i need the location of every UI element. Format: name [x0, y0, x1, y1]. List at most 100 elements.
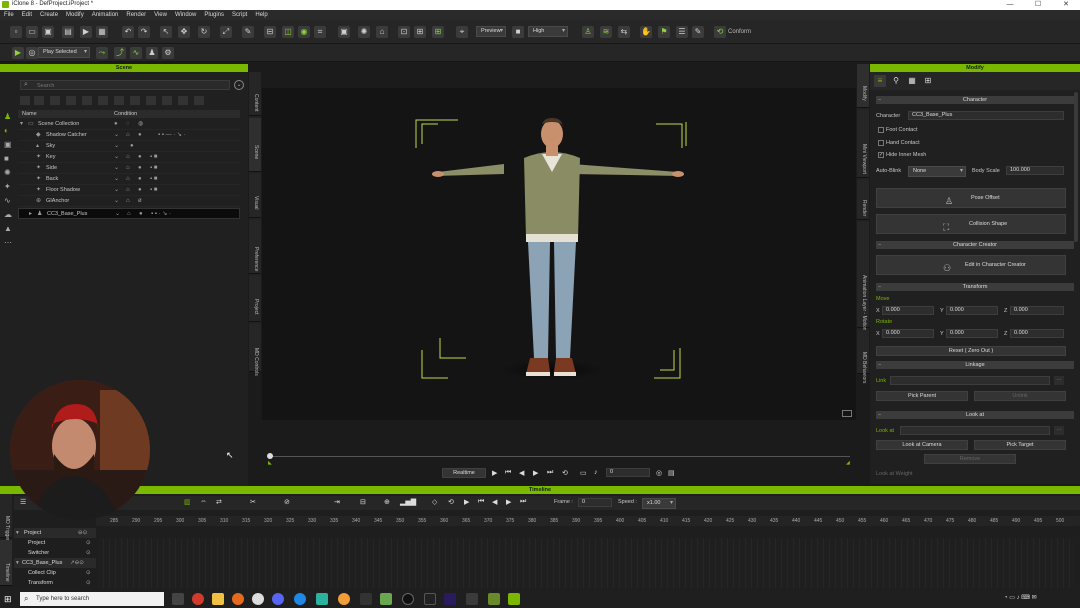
material-icon[interactable]: ▦ [906, 75, 918, 87]
light-icon[interactable]: ✺ [358, 26, 370, 38]
light-bulb-icon[interactable]: ▪ ■ [150, 174, 157, 185]
scene-row-cc3-base-plus[interactable]: ▸ ♟ CC3_Base_Plus ⌄ ⌂ ● ▪ ▪ · ↘ · [18, 208, 240, 219]
section-character[interactable]: − Character [876, 96, 1074, 104]
tl-start-icon[interactable]: ⏮ [478, 498, 484, 506]
look-at-camera-button[interactable]: Look at Camera [876, 440, 968, 450]
menu-plugins[interactable]: Plugins [200, 10, 228, 20]
person-icon[interactable]: ♟ [146, 47, 158, 59]
shadow-icon[interactable]: ● [138, 163, 142, 174]
rotate-x-field[interactable]: 0.000 [882, 329, 934, 338]
app-icon-7[interactable] [466, 593, 478, 605]
export-icon[interactable]: ▦ [96, 26, 108, 38]
path-icon[interactable]: ⤴ [114, 47, 126, 59]
timeline-ruler[interactable]: 285 290 295 300 305 310 315 320 325 330 335 340 345 3… [96, 516, 1080, 526]
loop-range-icon[interactable]: ⇄ [216, 498, 222, 506]
tab-content[interactable]: Content [249, 72, 261, 116]
sync-icon[interactable]: ⇆ [618, 26, 630, 38]
timeline-track-switcher[interactable]: Switcher ⊙ [14, 548, 96, 558]
tl-play-icon[interactable]: ▶ [464, 498, 469, 506]
menu-render[interactable]: Render [122, 10, 150, 20]
zoom-in-icon[interactable]: ⊕ [384, 498, 390, 506]
prev-frame-icon[interactable]: ◀ [519, 469, 524, 477]
iclone-active-icon[interactable] [508, 593, 520, 605]
pen-icon[interactable]: ✎ [242, 26, 254, 38]
search-input[interactable]: Search [37, 83, 54, 89]
visible-icon[interactable]: ⌄ [114, 163, 119, 174]
folder-add-icon[interactable] [34, 96, 44, 105]
col-condition[interactable]: Condition [114, 111, 137, 117]
select-icon[interactable]: ↖ [160, 26, 172, 38]
modify-scrollbar[interactable] [1074, 92, 1078, 242]
app-icon-5[interactable] [380, 593, 392, 605]
shadow-icon[interactable]: ● [130, 141, 134, 152]
track-options-icon[interactable]: ⊙ [86, 578, 91, 588]
light-bulb-icon[interactable]: ▪ ■ [150, 185, 157, 196]
scale-icon[interactable]: ⤢ [220, 26, 232, 38]
motion-icon[interactable]: ⚲ [890, 75, 902, 87]
start-marker-icon[interactable]: ◣ [268, 460, 272, 466]
rotate-z-field[interactable]: 0.000 [1010, 329, 1064, 338]
maximize-icon[interactable]: ☐ [1024, 0, 1052, 10]
track-icon[interactable]: ▥ [184, 498, 191, 506]
filter-terrain-icon[interactable]: ▲ [4, 224, 14, 234]
minimize-icon[interactable]: — [996, 0, 1024, 10]
go-start-icon[interactable]: ⏮ [505, 469, 511, 477]
shadow-icon[interactable]: ● [139, 209, 143, 220]
grid-icon[interactable]: ⊞ [432, 26, 444, 38]
loop-icon[interactable]: ⟲ [562, 469, 568, 477]
chrome-icon[interactable] [192, 593, 204, 605]
viewport-expand-icon[interactable] [842, 410, 852, 417]
undo-icon[interactable]: ↶ [122, 26, 134, 38]
loop-icon[interactable]: ⟲ [448, 498, 454, 506]
tab-md-triggers[interactable]: MD Triggers [0, 494, 12, 543]
tab-render[interactable]: Render [857, 180, 869, 220]
link-browse-icon[interactable]: … [1054, 376, 1064, 385]
subtitle-icon[interactable]: ▭ [580, 469, 587, 477]
filter-icon[interactable] [178, 96, 188, 105]
tab-md-behaviors[interactable]: MD Behaviors [857, 330, 869, 383]
fps-icon[interactable]: ◎ [656, 469, 662, 477]
render-icon[interactable]: ▪ ▪ · ↘ · [151, 209, 171, 220]
motion-icon[interactable]: ≋ [600, 26, 612, 38]
time-slider-handle[interactable] [267, 453, 273, 459]
visible-icon[interactable]: ⌄ [114, 185, 119, 196]
move-icon[interactable]: ✥ [178, 26, 190, 38]
section-character-creator[interactable]: − Character Creator [876, 241, 1074, 249]
lock-icon[interactable]: ⌂ [126, 130, 130, 141]
lock-icon[interactable]: ◌ [126, 119, 130, 130]
texture-icon[interactable]: ⊞ [922, 75, 934, 87]
pose-offset-button[interactable]: ♙ Pose Offset [876, 188, 1066, 208]
app-icon-3[interactable] [338, 593, 350, 605]
system-tray-icons[interactable]: ◔ ▭ ♪ ⌨ ✉ [1004, 594, 1064, 604]
track-options-icon[interactable]: ↗⊖⊙ [70, 558, 84, 568]
filter-all-icon[interactable]: ♟ [4, 112, 14, 122]
menu-icon[interactable]: ☰ [20, 498, 26, 506]
windows-start-icon[interactable]: ⊞ [4, 594, 14, 604]
expand-arrow-icon[interactable]: ▾ [16, 558, 19, 568]
auto-blink-dropdown[interactable]: None [908, 166, 966, 177]
filter-light-icon[interactable]: ✺ [4, 168, 14, 178]
tl-prev-icon[interactable]: ◀ [492, 498, 497, 506]
trash-icon[interactable] [162, 96, 172, 105]
tab-mini-viewport[interactable]: Mini Viewport [857, 110, 869, 178]
fit-icon[interactable]: ⊡ [398, 26, 410, 38]
tab-timeline[interactable]: Timeline [0, 540, 12, 586]
taskbar-search-input[interactable]: Type here to search [36, 596, 89, 602]
speed-dropdown[interactable]: x1.00 [642, 498, 676, 509]
layout-icon[interactable]: ▣ [338, 26, 350, 38]
unlink-button[interactable]: Unlink [974, 391, 1066, 401]
eye-icon[interactable]: ◉ [298, 26, 310, 38]
sort-icon[interactable] [194, 96, 204, 105]
scene-options-icon[interactable]: ⌄ [234, 80, 244, 90]
edit-in-cc-button[interactable]: ⚇ Edit in Character Creator [876, 255, 1066, 275]
collision-shape-button[interactable]: ⛶ Collision Shape [876, 214, 1066, 234]
flag-icon[interactable]: ⚑ [658, 26, 670, 38]
timeline-track-collect-clip[interactable]: Collect Clip ⊙ [14, 568, 96, 578]
camera-icon[interactable]: ◫ [282, 26, 294, 38]
import-icon[interactable]: ▤ [62, 26, 74, 38]
tab-modify[interactable]: Modify [857, 64, 869, 108]
body-scale-field[interactable]: 100.000 [1006, 166, 1064, 175]
gear-icon[interactable]: ⚙ [162, 47, 174, 59]
discord-icon[interactable] [272, 593, 284, 605]
filter-more-icon[interactable]: ⋯ [4, 238, 14, 248]
